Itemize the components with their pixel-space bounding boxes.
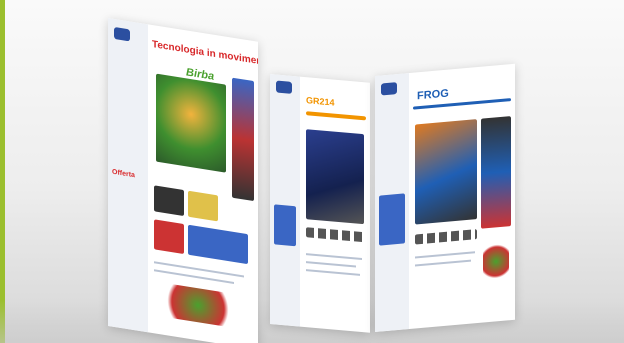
website-page-3: FROG — [375, 63, 515, 332]
thumb-1 — [154, 185, 184, 217]
page-title: FROG — [417, 87, 449, 103]
text-line — [306, 269, 360, 276]
text-line — [415, 259, 471, 267]
accent-bar — [0, 0, 5, 343]
thumb-4 — [188, 224, 248, 265]
side-product-strip — [481, 116, 511, 229]
text-line — [306, 253, 362, 261]
wheelchair-photo — [156, 73, 226, 173]
thumb-row — [415, 229, 477, 245]
page-title: GR214 — [306, 95, 335, 108]
wheelchair-photo — [306, 129, 364, 225]
promo-graphic — [483, 240, 509, 283]
website-page-2: GR214 — [270, 74, 370, 333]
thumb-row — [306, 227, 364, 243]
side-product-strip — [232, 77, 254, 202]
text-line — [154, 261, 244, 278]
side-thumb — [274, 204, 296, 247]
site-logo — [114, 26, 130, 42]
text-line — [415, 251, 475, 259]
footer-graphic — [158, 281, 238, 329]
site-logo — [381, 82, 397, 96]
site-logo — [276, 80, 292, 94]
text-line — [306, 261, 356, 268]
side-thumb — [379, 193, 405, 246]
website-page-1: Tecnologia in movimento Birba Offerta — [108, 18, 258, 343]
wheelchair-photo — [415, 119, 477, 225]
thumb-2 — [188, 190, 218, 222]
title-underline — [306, 111, 366, 121]
screenshot-stage: Tecnologia in movimento Birba Offerta GR… — [0, 0, 624, 343]
left-column — [270, 74, 300, 327]
thumb-3 — [154, 219, 184, 255]
page-title: Tecnologia in movimento — [152, 38, 258, 69]
